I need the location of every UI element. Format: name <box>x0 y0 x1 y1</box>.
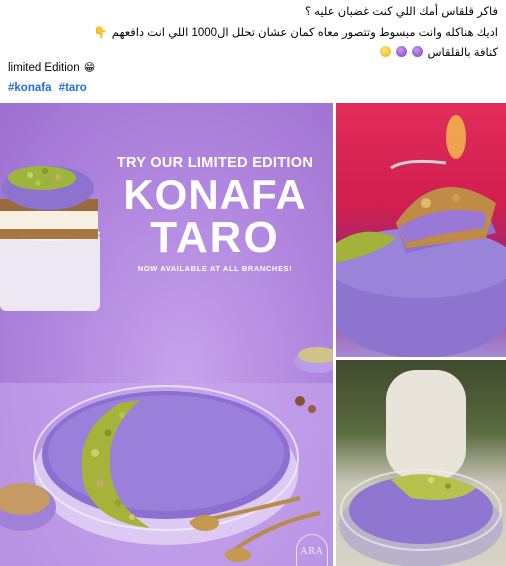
promo-subtitle: NOW AVAILABLE AT ALL BRANCHES! <box>137 264 293 273</box>
post-line-4-text: limited Edition <box>8 62 80 74</box>
photo-dish-table[interactable] <box>336 360 506 566</box>
promo-title-konafa: KONAFA <box>123 171 307 218</box>
yellow-face-icon <box>379 46 391 57</box>
purple-face-icon <box>412 46 424 57</box>
promo-title-taro: TARO <box>150 213 280 262</box>
promo-kicker: TRY OUR LIMITED EDITION <box>116 155 314 171</box>
hashtag-konafa[interactable]: #konafa <box>8 82 51 94</box>
post-text: فاكر قلقاس أمك اللي كنت غضبان عليه ؟ ادي… <box>0 0 506 100</box>
brand-logo-text: ARA <box>300 547 324 557</box>
layered-cake <box>0 166 100 311</box>
photo-spoon-closeup[interactable] <box>336 103 506 357</box>
spoon-closeup-illustration <box>336 115 506 357</box>
pointing-down-icon: 👇 <box>93 26 108 39</box>
post-line-1: فاكر قلقاس أمك اللي كنت غضبان عليه ؟ <box>304 6 498 18</box>
post-line-4: limited Edition 😁 <box>8 60 96 76</box>
photo-grid: TRY OUR LIMITED EDITION KONAFA TARO NOW … <box>0 103 506 566</box>
post-line-2: اديك هناكله وانت مبسوط وتتصور معاه كمان … <box>93 25 498 41</box>
post-line-2-text: اديك هناكله وانت مبسوط وتتصور معاه كمان … <box>111 27 498 39</box>
hashtag-taro[interactable]: #taro <box>59 82 87 94</box>
post-line-3: كنافة بالقلقاس <box>379 45 498 61</box>
dish-table-illustration <box>339 370 503 566</box>
post-line-3-text: كنافة بالقلقاس <box>427 47 499 59</box>
purple-face-icon <box>396 46 408 57</box>
photo-main-promo[interactable]: TRY OUR LIMITED EDITION KONAFA TARO NOW … <box>0 103 333 566</box>
grinning-face-icon: 😁 <box>83 61 96 74</box>
hashtags: #konafa #taro <box>8 80 91 96</box>
